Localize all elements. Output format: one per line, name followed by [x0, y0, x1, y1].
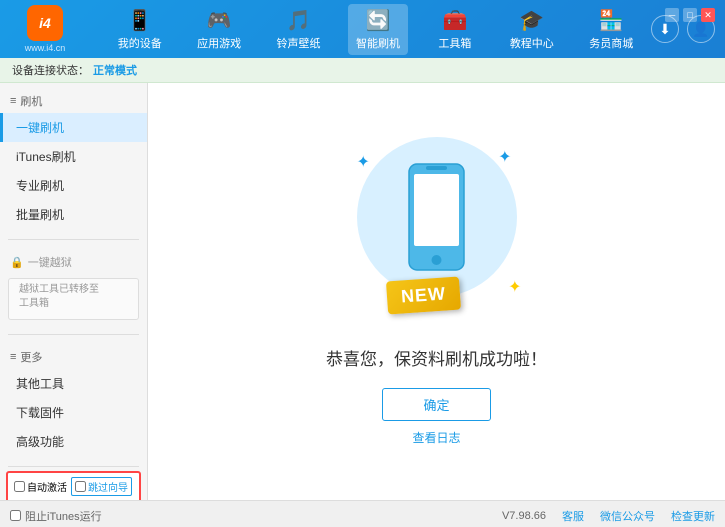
divider-2: [8, 334, 139, 335]
jailbreak-note-text: 越狱工具已转移至工具箱: [19, 284, 99, 309]
nav-merchant-label: 务员商城: [589, 35, 633, 51]
sidebar-jailbreak-note: 越狱工具已转移至工具箱: [8, 278, 139, 320]
tutorials-icon: 🎓: [519, 8, 544, 33]
sidebar-jailbreak-header: 🔒 一键越狱: [0, 250, 147, 274]
sidebar-item-pro-flash[interactable]: 专业刷机: [0, 171, 147, 200]
status-prefix: 设备连接状态：: [12, 62, 89, 78]
flash-section-icon: ≡: [10, 95, 16, 107]
phone-circle: [357, 137, 517, 297]
itunes-checkbox[interactable]: [10, 510, 21, 521]
auto-activate-input[interactable]: [14, 481, 25, 492]
sidebar-item-itunes-flash[interactable]: iTunes刷机: [0, 142, 147, 171]
illustration-container: ✦ ✦ ✦ NEW: [337, 137, 537, 317]
footer-right: V7.98.66 客服 微信公众号 检查更新: [502, 508, 715, 524]
sidebar-jailbreak-section: 🔒 一键越狱 越狱工具已转移至工具箱: [0, 244, 147, 330]
nav-smart-flash[interactable]: 🔄 智能刷机: [348, 4, 408, 55]
success-illustration: ✦ ✦ ✦ NEW: [337, 137, 537, 317]
logo: i4 www.i4.cn: [10, 5, 80, 53]
my-device-icon: 📱: [127, 8, 152, 33]
version-text: V7.98.66: [502, 510, 546, 522]
toolbox-icon: 🧰: [442, 8, 467, 33]
sidebar-item-one-key-flash[interactable]: 一键刷机: [0, 113, 147, 142]
one-key-flash-label: 一键刷机: [16, 119, 64, 136]
sync-guide-checkbox[interactable]: 跳过向导: [71, 477, 132, 496]
confirm-button[interactable]: 确定: [382, 388, 490, 421]
minimize-button[interactable]: －: [665, 8, 679, 22]
apps-games-icon: 🎮: [207, 8, 232, 33]
nav-bar: 📱 我的设备 🎮 应用游戏 🎵 铃声壁纸 🔄 智能刷机 🧰 工具箱 🎓: [100, 4, 651, 55]
close-button[interactable]: ✕: [701, 8, 715, 22]
device-checkboxes: 自动激活 跳过向导: [8, 473, 139, 500]
footer-link-wechat[interactable]: 微信公众号: [600, 508, 655, 524]
nav-toolbox[interactable]: 🧰 工具箱: [427, 4, 482, 55]
more-section-icon: ≡: [10, 351, 16, 363]
sidebar-flash-header: ≡ 刷机: [0, 89, 147, 113]
sidebar-item-other-tools[interactable]: 其他工具: [0, 369, 147, 398]
nav-ringtones[interactable]: 🎵 铃声壁纸: [269, 4, 329, 55]
nav-smart-flash-label: 智能刷机: [356, 35, 400, 51]
logo-url: www.i4.cn: [25, 43, 66, 53]
content-area: ✦ ✦ ✦ NEW 恭喜您，保资料刷机成功啦！ 确定 查看日志: [148, 83, 725, 500]
sidebar-more-section: ≡ 更多 其他工具 下载固件 高级功能: [0, 339, 147, 462]
advanced-label: 高级功能: [16, 433, 64, 450]
nav-apps-games-label: 应用游戏: [197, 35, 241, 51]
divider-3: [8, 466, 139, 467]
batch-flash-label: 批量刷机: [16, 206, 64, 223]
merchant-icon: 🏪: [599, 8, 624, 33]
sidebar-item-download-firmware[interactable]: 下载固件: [0, 398, 147, 427]
more-section-label: 更多: [20, 349, 42, 365]
nav-apps-games[interactable]: 🎮 应用游戏: [189, 4, 249, 55]
itunes-label: 阻止iTunes运行: [25, 508, 102, 524]
flash-section-label: 刷机: [20, 93, 42, 109]
nav-merchant[interactable]: 🏪 务员商城: [581, 4, 641, 55]
itunes-checkbox-label[interactable]: 阻止iTunes运行: [10, 508, 102, 524]
window-controls: － □ ✕: [665, 8, 715, 22]
device-panel: 自动激活 跳过向导 📱 iPhone 15 Pro Max 512GB iPho…: [6, 471, 141, 500]
sidebar-flash-section: ≡ 刷机 一键刷机 iTunes刷机 专业刷机 批量刷机: [0, 83, 147, 235]
jailbreak-label: 一键越狱: [28, 254, 72, 270]
new-badge: NEW: [385, 276, 460, 314]
sync-guide-label: 跳过向导: [88, 479, 128, 494]
download-firmware-label: 下载固件: [16, 404, 64, 421]
logo-icon: i4: [27, 5, 63, 41]
log-link[interactable]: 查看日志: [412, 429, 460, 446]
sidebar-item-batch-flash[interactable]: 批量刷机: [0, 200, 147, 229]
footer: 阻止iTunes运行 V7.98.66 客服 微信公众号 检查更新: [0, 500, 725, 527]
status-mode: 正常模式: [93, 62, 137, 78]
footer-link-customer[interactable]: 客服: [562, 508, 584, 524]
lock-icon: 🔒: [10, 256, 24, 269]
status-bar: 设备连接状态： 正常模式: [0, 58, 725, 83]
sidebar-more-header: ≡ 更多: [0, 345, 147, 369]
auto-activate-label: 自动激活: [27, 479, 67, 494]
itunes-flash-label: iTunes刷机: [16, 148, 76, 165]
nav-tutorials[interactable]: 🎓 教程中心: [502, 4, 562, 55]
header: i4 www.i4.cn 📱 我的设备 🎮 应用游戏 🎵 铃声壁纸 🔄 智能刷机: [0, 0, 725, 58]
maximize-button[interactable]: □: [683, 8, 697, 22]
phone-svg: [404, 162, 469, 272]
smart-flash-icon: 🔄: [366, 8, 391, 33]
footer-link-update[interactable]: 检查更新: [671, 508, 715, 524]
sidebar-item-advanced[interactable]: 高级功能: [0, 427, 147, 456]
other-tools-label: 其他工具: [16, 375, 64, 392]
nav-ringtones-label: 铃声壁纸: [277, 35, 321, 51]
ringtones-icon: 🎵: [286, 8, 311, 33]
nav-my-device-label: 我的设备: [118, 35, 162, 51]
divider-1: [8, 239, 139, 240]
sparkle-icon-2: ✦: [498, 147, 511, 167]
sidebar: ≡ 刷机 一键刷机 iTunes刷机 专业刷机 批量刷机: [0, 83, 148, 500]
nav-toolbox-label: 工具箱: [438, 35, 471, 51]
sparkle-icon-3: ✦: [508, 277, 521, 297]
auto-activate-checkbox[interactable]: 自动激活: [14, 479, 67, 494]
nav-tutorials-label: 教程中心: [510, 35, 554, 51]
sparkle-icon-1: ✦: [357, 152, 370, 172]
pro-flash-label: 专业刷机: [16, 177, 64, 194]
nav-my-device[interactable]: 📱 我的设备: [110, 4, 170, 55]
sync-guide-input[interactable]: [75, 481, 86, 492]
success-message: 恭喜您，保资料刷机成功啦！: [326, 345, 547, 370]
main-layout: ≡ 刷机 一键刷机 iTunes刷机 专业刷机 批量刷机: [0, 83, 725, 500]
